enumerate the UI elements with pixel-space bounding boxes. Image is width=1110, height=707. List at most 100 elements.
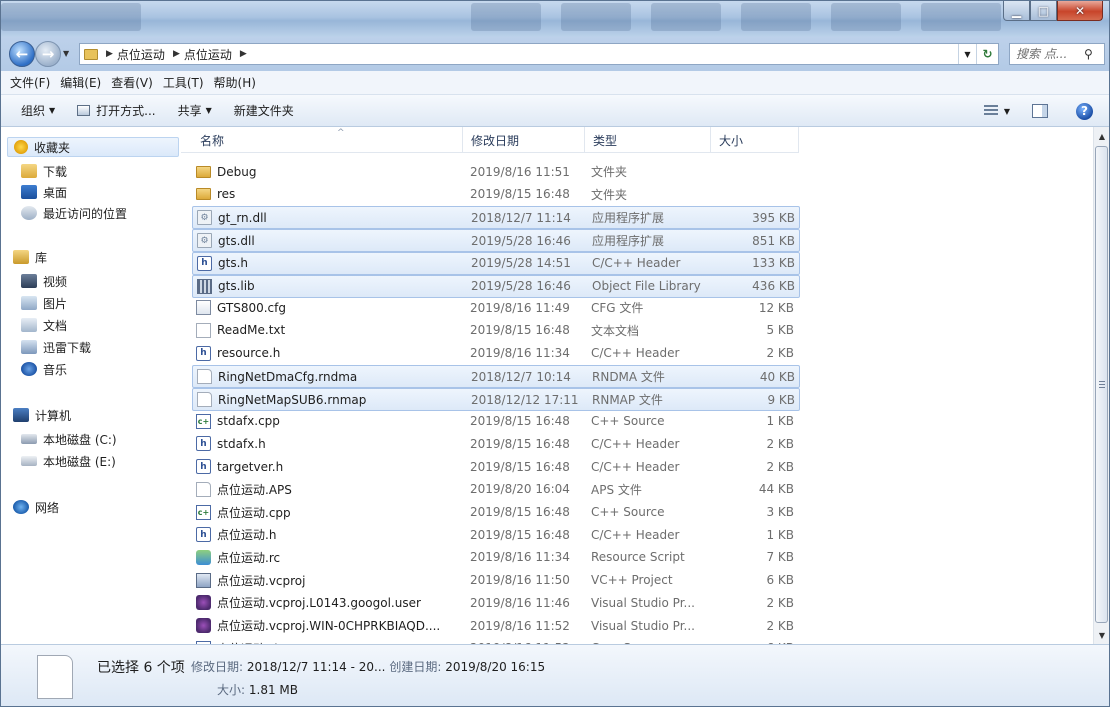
file-name-cell[interactable]: c+ stdafx.cpp [196, 411, 461, 432]
search-icon[interactable]: ⚲ [1084, 47, 1093, 61]
file-row[interactable]: RingNetDmaCfg.rndma 2018/12/7 10:14 RNDMA … [192, 365, 800, 389]
file-name-cell[interactable]: h stdafx.h [196, 433, 461, 454]
address-dropdown-icon[interactable]: ▼ [958, 44, 976, 64]
file-row[interactable]: 点位运动.vcproj.L0143.googol.user 2019/8/16 1… [192, 592, 800, 615]
maximize-button[interactable]: □ [1030, 1, 1057, 21]
chevron-right-icon[interactable]: ▶ [240, 49, 247, 59]
nav-disk-c[interactable]: 本地磁盘 (C:) [21, 429, 117, 449]
file-row[interactable]: h resource.h 2019/8/16 11:34 C/C++ Header 2 … [192, 343, 800, 366]
file-name-cell[interactable]: Debug [196, 161, 461, 182]
refresh-icon[interactable]: ↻ [976, 44, 998, 64]
file-row[interactable]: 点位运动.APS 2019/8/20 16:04 APS 文件 44 KB [192, 479, 800, 502]
column-type[interactable]: 类型 [585, 127, 711, 153]
organize-label: 组织 [21, 104, 46, 118]
search-input[interactable] [1016, 47, 1082, 61]
column-size[interactable]: 大小 [711, 127, 799, 153]
file-name-cell[interactable]: h gts.h [197, 253, 462, 274]
file-row[interactable]: res 2019/8/15 16:48 文件夹 [192, 184, 800, 207]
file-row[interactable]: h gts.h 2019/5/28 14:51 C/C++ Header 133 KB [192, 251, 800, 275]
organize-button[interactable]: 组织 ▼ [21, 102, 55, 119]
nav-favorites[interactable]: 收藏夹 [7, 137, 179, 157]
file-name-cell[interactable]: ⚙ gt_rn.dll [197, 207, 462, 228]
nav-disk-e[interactable]: 本地磁盘 (E:) [21, 451, 116, 471]
back-button[interactable]: ← [9, 41, 35, 67]
nav-videos[interactable]: 视频 [21, 271, 67, 291]
file-name-cell[interactable]: h resource.h [196, 343, 461, 364]
file-row[interactable]: h targetver.h 2019/8/15 16:48 C/C++ Header 2… [192, 456, 800, 479]
file-name-cell[interactable]: h targetver.h [196, 456, 461, 477]
file-name: resource.h [217, 346, 281, 361]
column-date[interactable]: 修改日期 [463, 127, 585, 153]
nav-libraries[interactable]: 库 [13, 247, 47, 267]
menu-tools[interactable]: 工具(T) [158, 74, 209, 91]
menu-view[interactable]: 查看(V) [106, 74, 158, 91]
file-name-cell[interactable]: 点位运动.vcproj.WIN-0CHPRKBIAQD.... [196, 615, 461, 636]
file-name-cell[interactable]: RingNetDmaCfg.rndma [197, 366, 462, 387]
nav-music[interactable]: 音乐 [21, 359, 67, 379]
file-name-cell[interactable]: RingNetMapSUB6.rnmap [197, 389, 462, 410]
vertical-scrollbar[interactable]: ▲ ▼ [1093, 127, 1109, 644]
forward-button[interactable]: → [35, 41, 61, 67]
menu-file[interactable]: 文件(F) [5, 74, 55, 91]
minimize-button[interactable]: ▁ [1003, 1, 1030, 21]
title-bar[interactable]: ▁ □ ✕ [1, 1, 1109, 37]
file-name-cell[interactable]: GTS800.cfg [196, 297, 461, 318]
column-name[interactable]: 名称 ^ [192, 127, 463, 153]
nav-desktop[interactable]: 桌面 [21, 182, 67, 202]
file-name-cell[interactable]: gts.lib [197, 276, 462, 297]
chevron-right-icon[interactable]: ▶ [106, 49, 113, 59]
file-name-cell[interactable]: 点位运动.vcproj.L0143.googol.user [196, 592, 461, 613]
file-row[interactable]: 点位运动.rc 2019/8/16 11:34 Resource Script 7 K… [192, 547, 800, 570]
nav-downloads[interactable]: 下载 [21, 161, 67, 181]
menu-help[interactable]: 帮助(H) [209, 74, 261, 91]
nav-thunder[interactable]: 迅雷下载 [21, 337, 91, 357]
background-blur [831, 3, 901, 31]
file-name-cell[interactable]: 点位运动.vcproj [196, 570, 461, 591]
help-icon[interactable]: ? [1076, 102, 1093, 120]
file-name: GTS800.cfg [217, 300, 286, 315]
file-row[interactable]: c+ 点位运动.cpp 2019/8/15 16:48 C++ Source 3 KB [192, 502, 800, 525]
file-row[interactable]: gts.lib 2019/5/28 16:46 Object File Librar… [192, 274, 800, 298]
file-name-cell[interactable]: 点位运动.rc [196, 547, 461, 568]
breadcrumb-item[interactable]: 点位运动 [117, 46, 165, 63]
share-button[interactable]: 共享 ▼ [178, 102, 212, 119]
file-row[interactable]: ⚙ gts.dll 2019/5/28 16:46 应用程序扩展 851 KB [192, 229, 800, 253]
close-button[interactable]: ✕ [1057, 1, 1103, 21]
file-name-cell[interactable]: h 点位运动.h [196, 524, 461, 545]
file-row[interactable]: ⚙ gt_rn.dll 2018/12/7 11:14 应用程序扩展 395 KB [192, 206, 800, 230]
file-name-cell[interactable]: res [196, 184, 461, 205]
change-view-icon[interactable] [983, 105, 998, 117]
new-folder-button[interactable]: 新建文件夹 [234, 102, 294, 119]
file-row[interactable]: h 点位运动.h 2019/8/15 16:48 C/C++ Header 1 KB [192, 524, 800, 547]
nav-network[interactable]: 网络 [13, 497, 59, 517]
file-row[interactable]: 点位运动.vcproj 2019/8/16 11:50 VC++ Project 6 … [192, 570, 800, 593]
chevron-down-icon[interactable]: ▼ [1004, 107, 1010, 116]
nav-computer[interactable]: 计算机 [13, 405, 71, 425]
file-row[interactable]: 点位运动.vcproj.WIN-0CHPRKBIAQD.... 2019/8/16… [192, 615, 800, 638]
file-row[interactable]: Debug 2019/8/16 11:51 文件夹 [192, 161, 800, 184]
search-box[interactable]: ⚲ [1009, 43, 1105, 65]
file-name-cell[interactable]: c+ 点位运动.cpp [196, 502, 461, 523]
chevron-right-icon[interactable]: ▶ [173, 49, 180, 59]
picture-library-icon [21, 296, 37, 310]
file-name-cell[interactable]: ReadMe.txt [196, 320, 461, 341]
preview-pane-icon[interactable] [1032, 104, 1048, 118]
file-row[interactable]: ReadMe.txt 2019/8/15 16:48 文本文档 5 KB [192, 320, 800, 343]
nav-pictures[interactable]: 图片 [21, 293, 67, 313]
file-row[interactable]: h stdafx.h 2019/8/15 16:48 C/C++ Header 2 KB [192, 433, 800, 456]
file-row[interactable]: c+ stdafx.cpp 2019/8/15 16:48 C++ Source 1 K… [192, 411, 800, 434]
nav-documents[interactable]: 文档 [21, 315, 67, 335]
nav-recent[interactable]: 最近访问的位置 [21, 203, 127, 223]
scroll-up-icon[interactable]: ▲ [1094, 128, 1110, 144]
address-bar[interactable]: ▶ 点位运动 ▶ 点位运动 ▶ ▼ ↻ [79, 43, 999, 65]
menu-edit[interactable]: 编辑(E) [55, 74, 106, 91]
file-row[interactable]: GTS800.cfg 2019/8/16 11:49 CFG 文件 12 KB [192, 297, 800, 320]
history-dropdown-icon[interactable]: ▼ [63, 49, 69, 58]
scroll-down-icon[interactable]: ▼ [1094, 627, 1110, 643]
file-name-cell[interactable]: 点位运动.APS [196, 479, 461, 500]
breadcrumb-item[interactable]: 点位运动 [184, 46, 232, 63]
file-name-cell[interactable]: ⚙ gts.dll [197, 230, 462, 251]
open-with-button[interactable]: 打开方式... [77, 102, 156, 119]
file-row[interactable]: RingNetMapSUB6.rnmap 2018/12/12 17:11 RNMA… [192, 388, 800, 411]
scrollbar-thumb[interactable] [1095, 146, 1108, 623]
